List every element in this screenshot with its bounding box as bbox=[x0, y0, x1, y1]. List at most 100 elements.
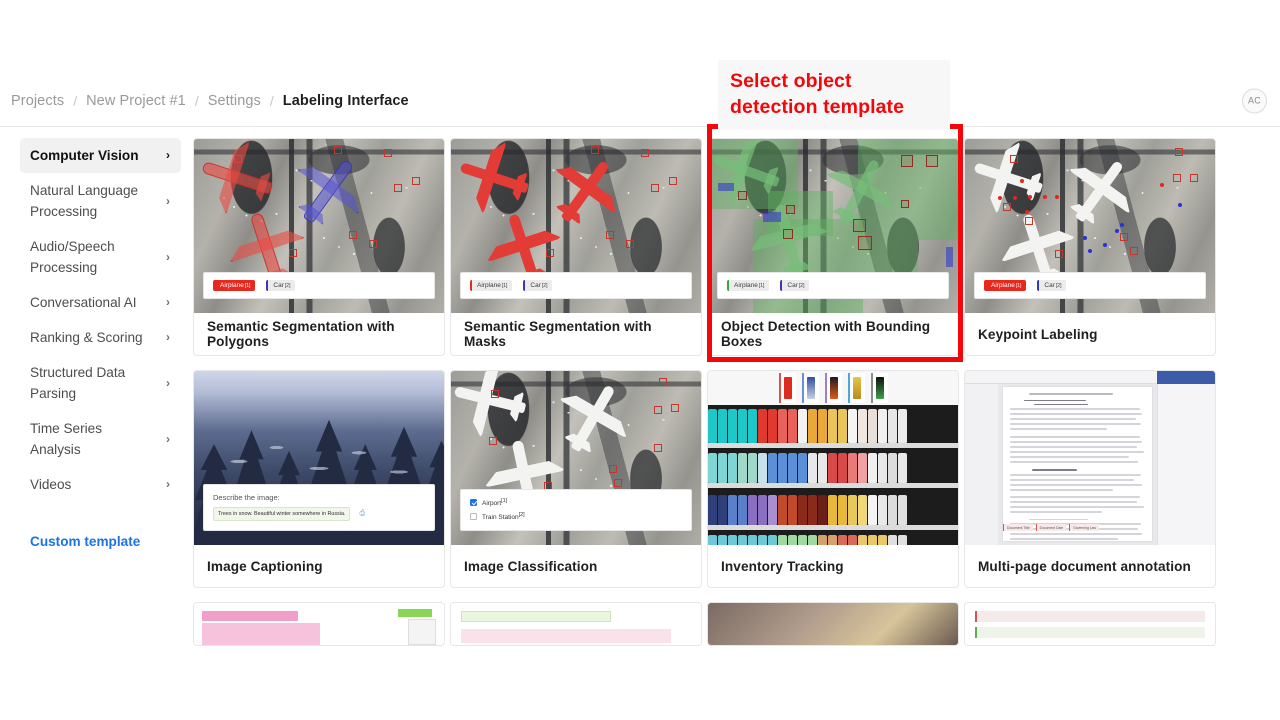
template-card-title: Semantic Segmentation with Polygons bbox=[207, 319, 395, 349]
sidebar-item-label: Natural Language Processing bbox=[30, 183, 139, 219]
product-swatch-cola bbox=[778, 373, 796, 403]
breadcrumb: Projects / New Project #1 / Settings / L… bbox=[0, 93, 409, 109]
template-thumbnail: Airplane [1] Car [2] bbox=[194, 139, 444, 313]
breadcrumb-separator: / bbox=[269, 92, 274, 109]
template-card-title: Image Captioning bbox=[207, 558, 323, 574]
sidebar-item-audio-speech-processing[interactable]: Audio/Speech Processing › bbox=[20, 229, 181, 285]
template-card-semantic-segmentation-masks[interactable]: Airplane [1] Car [2] Semantic Segmentation… bbox=[450, 138, 702, 356]
template-card-title: Object Detection with Bounding Boxes bbox=[721, 319, 931, 349]
sidebar-item-computer-vision[interactable]: Computer Vision › bbox=[20, 138, 181, 173]
template-card-object-detection-bounding-boxes[interactable]: Airplane [1] Car [2] Object Detection with… bbox=[707, 138, 959, 356]
sidebar-item-conversational-ai[interactable]: Conversational AI › bbox=[20, 285, 181, 320]
label-chip-text: Airplane bbox=[220, 282, 244, 289]
sidebar-item-label: Conversational AI bbox=[30, 295, 137, 310]
label-chip-text: Car bbox=[530, 282, 541, 289]
chevron-right-icon: › bbox=[166, 148, 170, 162]
label-chip-hotkey: [2] bbox=[1055, 283, 1062, 289]
label-chip-text: Airplane bbox=[991, 282, 1015, 289]
product-swatch-redbull bbox=[801, 373, 819, 403]
classification-options-overlay: Airport[1] Train Station[2] bbox=[460, 488, 692, 531]
label-chip-hotkey: [1] bbox=[244, 283, 251, 289]
label-chips-overlay: Airplane [1] Car [2] bbox=[974, 272, 1206, 299]
document-annotation-image: Document Title Document Date Governing L… bbox=[965, 371, 1215, 545]
caption-overlay: Describe the image: Trees in snow. Beaut… bbox=[203, 484, 435, 531]
custom-template-link[interactable]: Custom template bbox=[30, 534, 190, 549]
sidebar-item-ranking-scoring[interactable]: Ranking & Scoring › bbox=[20, 320, 181, 355]
template-thumbnail bbox=[451, 603, 701, 645]
classification-option-airport[interactable]: Airport[1] bbox=[470, 498, 682, 507]
label-chip-text: Car bbox=[787, 282, 798, 289]
chevron-right-icon: › bbox=[166, 330, 170, 344]
label-chip-airplane[interactable]: Airplane [1] bbox=[470, 280, 513, 291]
template-card-partial-taxonomy[interactable] bbox=[450, 602, 702, 646]
product-swatch-beer bbox=[847, 373, 865, 403]
breadcrumb-separator: / bbox=[194, 92, 199, 109]
sidebar-item-natural-language-processing[interactable]: Natural Language Processing › bbox=[20, 173, 181, 229]
template-thumbnail bbox=[708, 371, 958, 545]
template-thumbnail: Airplane [1] Car [2] bbox=[708, 139, 958, 313]
chevron-right-icon: › bbox=[166, 193, 170, 208]
template-card-image-captioning[interactable]: Describe the image: Trees in snow. Beaut… bbox=[193, 370, 445, 588]
sidebar-item-label: Computer Vision bbox=[30, 148, 139, 163]
template-card-partial-video[interactable] bbox=[707, 602, 959, 646]
classification-option-label: Train Station[2] bbox=[482, 511, 525, 521]
label-chip-hotkey: [1] bbox=[758, 283, 765, 289]
sidebar-item-videos[interactable]: Videos › bbox=[20, 467, 181, 502]
template-card-partial-ner[interactable] bbox=[964, 602, 1216, 646]
caption-prompt-label: Describe the image: bbox=[213, 493, 280, 502]
template-card-title: Semantic Segmentation with Masks bbox=[464, 319, 652, 349]
checkbox-checked-icon[interactable] bbox=[470, 498, 477, 506]
template-card-semantic-segmentation-polygons[interactable]: Airplane [1] Car [2] Semantic Segmentation… bbox=[193, 138, 445, 356]
sidebar-item-label: Time Series Analysis bbox=[30, 421, 103, 457]
document-tag-chip: Document Title bbox=[1003, 524, 1033, 531]
template-card-image-classification[interactable]: Airport[1] Train Station[2] Image Classi… bbox=[450, 370, 702, 588]
template-card-partial-ocr[interactable] bbox=[193, 602, 445, 646]
label-chip-airplane[interactable]: Airplane [1] bbox=[984, 280, 1027, 291]
label-chip-car[interactable]: Car [2] bbox=[266, 280, 296, 291]
sidebar-item-time-series-analysis[interactable]: Time Series Analysis › bbox=[20, 411, 181, 467]
label-chip-hotkey: [2] bbox=[284, 283, 291, 289]
label-chip-car[interactable]: Car [2] bbox=[523, 280, 553, 291]
product-swatch-energy bbox=[824, 373, 842, 403]
breadcrumb-item-project[interactable]: New Project #1 bbox=[86, 93, 186, 109]
template-thumbnail: Document Title Document Date Governing L… bbox=[965, 371, 1215, 545]
label-chips-overlay: Airplane [1] Car [2] bbox=[203, 272, 435, 299]
label-chip-airplane[interactable]: Airplane [1] bbox=[727, 280, 770, 291]
avatar[interactable]: AC bbox=[1242, 88, 1267, 113]
label-chip-hotkey: [1] bbox=[501, 283, 508, 289]
label-chip-hotkey: [2] bbox=[798, 283, 805, 289]
chevron-right-icon: › bbox=[166, 295, 170, 309]
caption-text-input[interactable]: Trees in snow. Beautiful winter somewher… bbox=[213, 507, 351, 521]
breadcrumb-bar: Projects / New Project #1 / Settings / L… bbox=[0, 75, 1280, 127]
checkbox-unchecked-icon[interactable] bbox=[470, 512, 477, 520]
sidebar-item-structured-data-parsing[interactable]: Structured Data Parsing › bbox=[20, 355, 181, 411]
chevron-right-icon: › bbox=[166, 431, 170, 446]
label-chip-hotkey: [2] bbox=[541, 283, 548, 289]
breadcrumb-item-projects[interactable]: Projects bbox=[11, 93, 64, 109]
label-chip-hotkey: [1] bbox=[1015, 283, 1022, 289]
label-chip-airplane[interactable]: Airplane [1] bbox=[213, 280, 256, 291]
template-category-sidebar: Computer Vision › Natural Language Proce… bbox=[0, 138, 190, 549]
label-chip-car[interactable]: Car [2] bbox=[1037, 280, 1067, 291]
template-card-multipage-document-annotation[interactable]: Document Title Document Date Governing L… bbox=[964, 370, 1216, 588]
template-thumbnail: Airplane [1] Car [2] bbox=[965, 139, 1215, 313]
template-card-keypoint-labeling[interactable]: Airplane [1] Car [2] Keypoint Labeling bbox=[964, 138, 1216, 356]
store-shelf-image bbox=[708, 371, 958, 545]
breadcrumb-item-settings[interactable]: Settings bbox=[208, 93, 261, 109]
template-card-title: Image Classification bbox=[464, 558, 598, 574]
copy-icon[interactable]: ⎙ bbox=[359, 510, 365, 518]
classification-option-train-station[interactable]: Train Station[2] bbox=[470, 512, 682, 521]
template-thumbnail bbox=[965, 603, 1215, 645]
document-tag-chip: Governing Law bbox=[1069, 524, 1099, 531]
breadcrumb-item-labeling-interface: Labeling Interface bbox=[282, 92, 409, 109]
chevron-right-icon: › bbox=[166, 249, 170, 264]
label-chips-overlay: Airplane [1] Car [2] bbox=[717, 272, 949, 299]
template-card-inventory-tracking[interactable]: Inventory Tracking bbox=[707, 370, 959, 588]
product-swatch-monster bbox=[870, 373, 888, 403]
template-thumbnail: Airplane [1] Car [2] bbox=[451, 139, 701, 313]
label-chip-car[interactable]: Car [2] bbox=[780, 280, 810, 291]
template-card-title: Inventory Tracking bbox=[721, 558, 844, 574]
sidebar-item-label: Structured Data Parsing bbox=[30, 365, 126, 401]
template-card-title: Keypoint Labeling bbox=[978, 326, 1098, 342]
sidebar-item-label: Ranking & Scoring bbox=[30, 330, 143, 345]
